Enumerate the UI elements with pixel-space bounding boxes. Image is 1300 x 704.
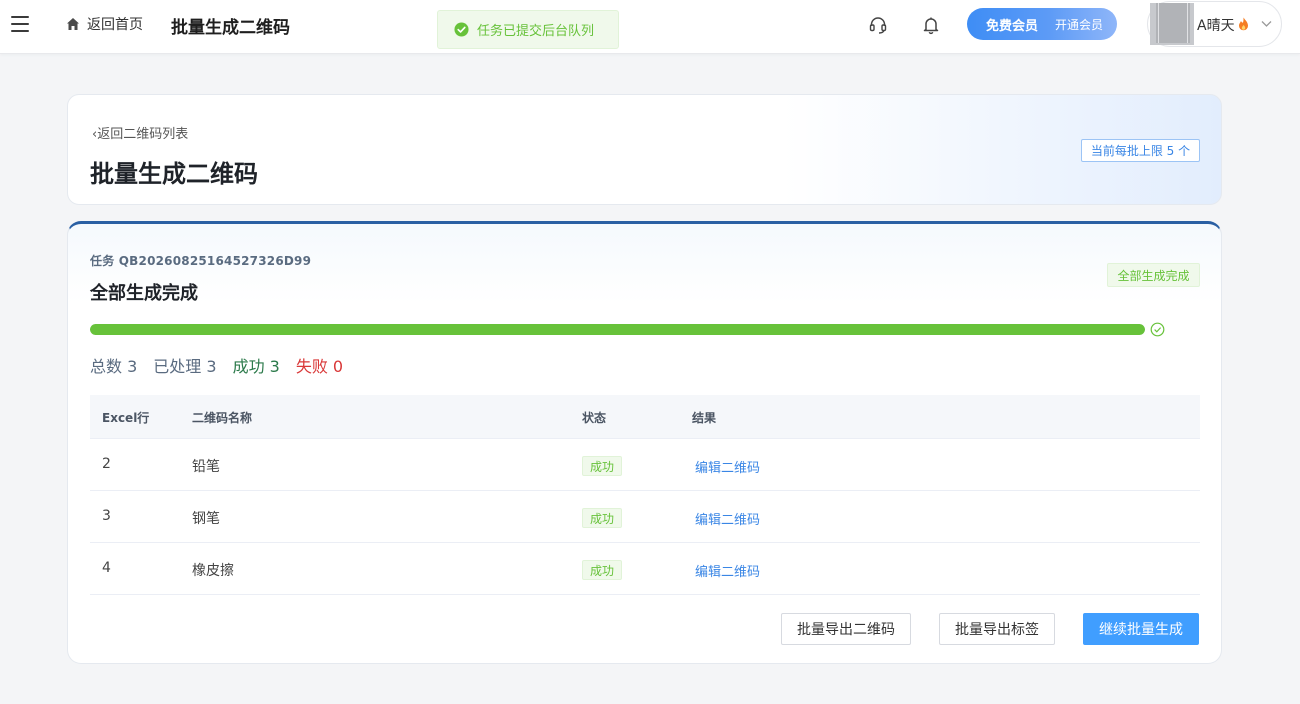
progress-fill — [90, 324, 1145, 335]
home-icon — [67, 18, 79, 30]
task-card: 任务 QB20260825164527326D99 全部生成完成 全部生成完成 … — [67, 221, 1222, 664]
column-header-row: Excel行 — [102, 411, 150, 425]
task-status-title: 全部生成完成 — [90, 283, 198, 304]
status-badge: 全部生成完成 — [1107, 263, 1200, 287]
vip-label: 免费会员 — [986, 18, 1039, 34]
continue-batch-button[interactable]: 继续批量生成 — [1083, 613, 1199, 645]
status-badge: 成功 — [582, 508, 622, 528]
fire-icon — [1239, 17, 1248, 31]
back-link-label: 返回二维码列表 — [97, 127, 189, 142]
menu-icon[interactable] — [11, 16, 29, 32]
cell-row-number: 2 — [102, 456, 111, 472]
task-id: 任务 QB20260825164527326D99 — [90, 254, 312, 268]
toast-message: 任务已提交后台队列 — [437, 10, 619, 49]
back-to-list-link[interactable]: ‹返回二维码列表 — [92, 123, 188, 142]
table-header: Excel行 二维码名称 状态 结果 — [90, 395, 1200, 439]
check-circle-icon — [1150, 322, 1165, 337]
column-header-status: 状态 — [582, 411, 607, 425]
task-stats: 总数 3 已处理 3 成功 3 失败 0 — [90, 353, 359, 377]
progress-bar — [90, 324, 1145, 335]
cell-row-number: 4 — [102, 560, 111, 576]
home-link[interactable]: 返回首页 — [66, 14, 143, 34]
status-badge: 成功 — [582, 560, 622, 580]
bell-icon[interactable] — [921, 15, 941, 35]
headset-icon[interactable] — [868, 15, 888, 35]
cell-qr-name: 钢笔 — [192, 511, 220, 527]
table-row: 2 铅笔 成功 编辑二维码 — [90, 439, 1200, 491]
export-qr-button[interactable]: 批量导出二维码 — [781, 613, 911, 645]
home-link-label: 返回首页 — [87, 17, 143, 33]
results-table: Excel行 二维码名称 状态 结果 2 铅笔 成功 编辑二维码 3 钢笔 成功… — [90, 395, 1200, 595]
table-row: 4 橡皮擦 成功 编辑二维码 — [90, 543, 1200, 595]
column-header-name: 二维码名称 — [192, 411, 253, 425]
cell-qr-name: 橡皮擦 — [192, 563, 234, 579]
batch-limit-tag: 当前每批上限 5 个 — [1081, 139, 1200, 162]
user-name: A晴天 — [1197, 18, 1235, 34]
edit-qr-link[interactable]: 编辑二维码 — [695, 509, 760, 528]
export-labels-button[interactable]: 批量导出标签 — [939, 613, 1055, 645]
page-header-card: ‹返回二维码列表 批量生成二维码 当前每批上限 5 个 — [67, 94, 1222, 205]
stat-success: 成功 3 — [232, 357, 280, 376]
avatar — [1150, 3, 1194, 45]
header-title: 批量生成二维码 — [90, 160, 258, 188]
user-menu[interactable]: A晴天 — [1147, 1, 1282, 47]
stat-failed: 失败 0 — [295, 357, 344, 376]
edit-qr-link[interactable]: 编辑二维码 — [695, 561, 760, 580]
table-row: 3 钢笔 成功 编辑二维码 — [90, 491, 1200, 543]
chevron-down-icon — [1261, 21, 1272, 27]
stat-total: 总数 3 — [90, 357, 138, 376]
column-header-result: 结果 — [692, 411, 717, 425]
edit-qr-link[interactable]: 编辑二维码 — [695, 457, 760, 476]
cell-qr-name: 铅笔 — [192, 459, 220, 475]
stat-processed: 已处理 3 — [153, 357, 217, 376]
page-title: 批量生成二维码 — [171, 18, 290, 38]
success-icon — [454, 22, 469, 37]
status-badge: 成功 — [582, 456, 622, 476]
cell-row-number: 3 — [102, 508, 111, 524]
toast-text: 任务已提交后台队列 — [477, 24, 595, 39]
top-bar: 返回首页 批量生成二维码 任务已提交后台队列 免费会员 开通会员 A晴天 — [0, 0, 1300, 54]
vip-action-label: 开通会员 — [1055, 17, 1104, 32]
vip-button[interactable]: 免费会员 开通会员 — [967, 8, 1117, 40]
